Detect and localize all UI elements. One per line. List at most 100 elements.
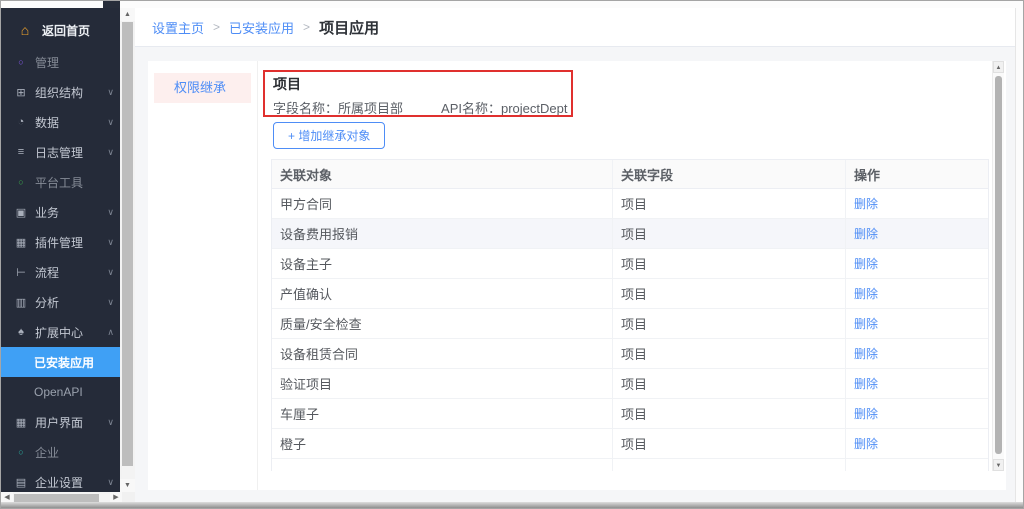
- chevron-down-icon: ∨: [107, 207, 114, 218]
- related-field-cell: 项目: [612, 339, 845, 368]
- delete-link[interactable]: 删除: [854, 315, 878, 332]
- table-row: 橙子项目删除: [272, 429, 988, 459]
- window-top-strip: [1, 1, 1023, 8]
- sidebar-item-home[interactable]: ⌂ 返回首页: [1, 13, 120, 47]
- api-name-value: projectDept: [501, 101, 567, 116]
- content-vscroll-thumb[interactable]: [995, 76, 1002, 454]
- plugin-icon: ▦: [14, 236, 28, 249]
- table-row: 设备主子项目删除: [272, 249, 988, 279]
- sidebar-item-plugin-management[interactable]: ▦ 插件管理 ∨: [1, 227, 120, 257]
- circle-icon: ○: [14, 447, 28, 457]
- related-object-cell: 橙子: [272, 429, 612, 458]
- table-row: 设备费用报销项目删除: [272, 219, 988, 249]
- delete-link[interactable]: 删除: [854, 435, 878, 452]
- delete-link[interactable]: 删除: [854, 375, 878, 392]
- panel-item-permission-inherit[interactable]: 权限继承: [154, 73, 251, 103]
- add-inherit-object-button[interactable]: + 增加继承对象: [273, 122, 385, 149]
- sidebar-item-label: 企业: [35, 444, 59, 461]
- sidebar-item-management[interactable]: ○管理: [1, 47, 120, 77]
- chevron-down-icon: ∨: [107, 237, 114, 248]
- related-field-cell: 项目: [612, 429, 845, 458]
- sidebar-item-process[interactable]: ⊢流程∨: [1, 257, 120, 287]
- sidebar-item-installed-apps[interactable]: 已安装应用: [1, 347, 120, 377]
- chevron-down-icon: ∨: [107, 477, 114, 488]
- breadcrumb-link-installed-apps[interactable]: 已安装应用: [229, 18, 294, 37]
- related-object-cell: 产值确认: [272, 279, 612, 308]
- sidebar-item-data[interactable]: ◔数据∨: [1, 107, 120, 137]
- related-object-cell: 车厘子: [272, 399, 612, 428]
- briefcase-icon: ▣: [14, 206, 28, 219]
- delete-link[interactable]: 删除: [854, 255, 878, 272]
- delete-link[interactable]: 删除: [854, 345, 878, 362]
- inherit-objects-table: 关联对象关联字段操作 甲方合同项目删除设备费用报销项目删除设备主子项目删除产值确…: [271, 159, 989, 471]
- delete-link[interactable]: 删除: [854, 285, 878, 302]
- sidebar-item-enterprise[interactable]: ○ 企业: [1, 437, 120, 467]
- delete-link[interactable]: 删除: [854, 195, 878, 212]
- scroll-down-arrow-icon[interactable]: ▼: [993, 459, 1004, 471]
- chevron-down-icon: ∨: [107, 87, 114, 98]
- sidebar-item-openapi[interactable]: OpenAPI: [1, 377, 120, 407]
- sidebar-item-platform-tools[interactable]: ○ 平台工具: [1, 167, 120, 197]
- circle-icon: ○: [14, 177, 28, 187]
- api-name-label: API名称：: [441, 101, 501, 116]
- list-icon: ≡: [14, 146, 28, 158]
- sidebar-vertical-scrollbar[interactable]: ▲ ▼: [120, 8, 135, 492]
- content-vertical-scrollbar[interactable]: ▲ ▼: [992, 61, 1004, 471]
- sidebar-item-label: 已安装应用: [34, 354, 94, 371]
- sidebar-item-enterprise-settings[interactable]: ▤企业设置∨: [1, 467, 120, 492]
- sidebar-item-analysis[interactable]: ▥分析∨: [1, 287, 120, 317]
- related-object-cell: 设备主子: [272, 249, 612, 278]
- field-name-label: 字段名称：: [273, 101, 338, 116]
- sidebar-item-label: 组织结构: [35, 84, 83, 101]
- related-field-cell: 项目: [612, 309, 845, 338]
- window-bottom-edge: [1, 502, 1023, 508]
- sidebar-item-user-interface[interactable]: ▦ 用户界面 ∨: [1, 407, 120, 437]
- action-cell: 删除: [845, 189, 988, 218]
- page-title: 项目应用: [319, 17, 379, 38]
- section-meta: 字段名称：所属项目部API名称：projectDept: [273, 98, 567, 117]
- table-row: 设备租赁合同项目删除: [272, 339, 988, 369]
- sidebar-item-label: 平台工具: [35, 174, 83, 191]
- sidebar-item-label: OpenAPI: [34, 385, 83, 399]
- sidebar-item-label: 用户界面: [35, 414, 83, 431]
- table-row: 甲方合同项目删除: [272, 189, 988, 219]
- circle-icon: ○: [14, 57, 28, 67]
- sidebar-hscroll-thumb[interactable]: [14, 494, 99, 502]
- chevron-down-icon: ∨: [107, 417, 114, 428]
- window-top-notch: [103, 1, 120, 8]
- inner-side-panel: 权限继承: [148, 61, 258, 490]
- table-row: 质量/安全检查项目删除: [272, 309, 988, 339]
- sidebar-item-log-management[interactable]: ≡日志管理∨: [1, 137, 120, 167]
- sidebar-item-extension-center[interactable]: ♠扩展中心∧: [1, 317, 120, 347]
- grid-icon: ▦: [14, 416, 28, 429]
- breadcrumb-link-settings-home[interactable]: 设置主页: [152, 18, 204, 37]
- sidebar-vscroll-thumb[interactable]: [122, 22, 133, 466]
- action-cell: 删除: [845, 309, 988, 338]
- sidebar-item-label: 分析: [35, 294, 59, 311]
- sidebar-item-label: 日志管理: [35, 144, 83, 161]
- chevron-down-icon: ∨: [107, 117, 114, 128]
- home-icon: ⌂: [17, 22, 33, 38]
- related-object-cell: 设备费用报销: [272, 219, 612, 248]
- sidebar-item-org-structure[interactable]: ⊞ 组织结构 ∨: [1, 77, 120, 107]
- sidebar-item-label: 企业设置: [35, 474, 83, 491]
- scroll-down-arrow-icon[interactable]: ▼: [120, 479, 135, 492]
- main-content: 设置主页 > 已安装应用 > 项目应用 权限继承 项目 字段名称：所属项目部AP…: [135, 8, 1015, 504]
- scroll-up-arrow-icon[interactable]: ▲: [993, 61, 1004, 73]
- related-object-cell: 质量/安全检查: [272, 309, 612, 338]
- chevron-down-icon: ∨: [107, 267, 114, 278]
- delete-link[interactable]: 删除: [854, 405, 878, 422]
- sidebar-item-label: 扩展中心: [35, 324, 83, 341]
- chevron-down-icon: ∨: [107, 297, 114, 308]
- rocket-icon: ♠: [14, 326, 28, 338]
- table-header-row: 关联对象关联字段操作: [272, 159, 988, 189]
- sidebar-item-business[interactable]: ▣业务∨: [1, 197, 120, 227]
- sidebar-item-label: 插件管理: [35, 234, 83, 251]
- sitemap-icon: ⊞: [14, 86, 28, 99]
- delete-link[interactable]: 删除: [854, 225, 878, 242]
- related-field-cell: 项目: [612, 189, 845, 218]
- sidebar-item-label: 返回首页: [42, 22, 90, 39]
- scroll-up-arrow-icon[interactable]: ▲: [120, 8, 135, 21]
- related-field-cell: 项目: [612, 249, 845, 278]
- action-cell: 删除: [845, 399, 988, 428]
